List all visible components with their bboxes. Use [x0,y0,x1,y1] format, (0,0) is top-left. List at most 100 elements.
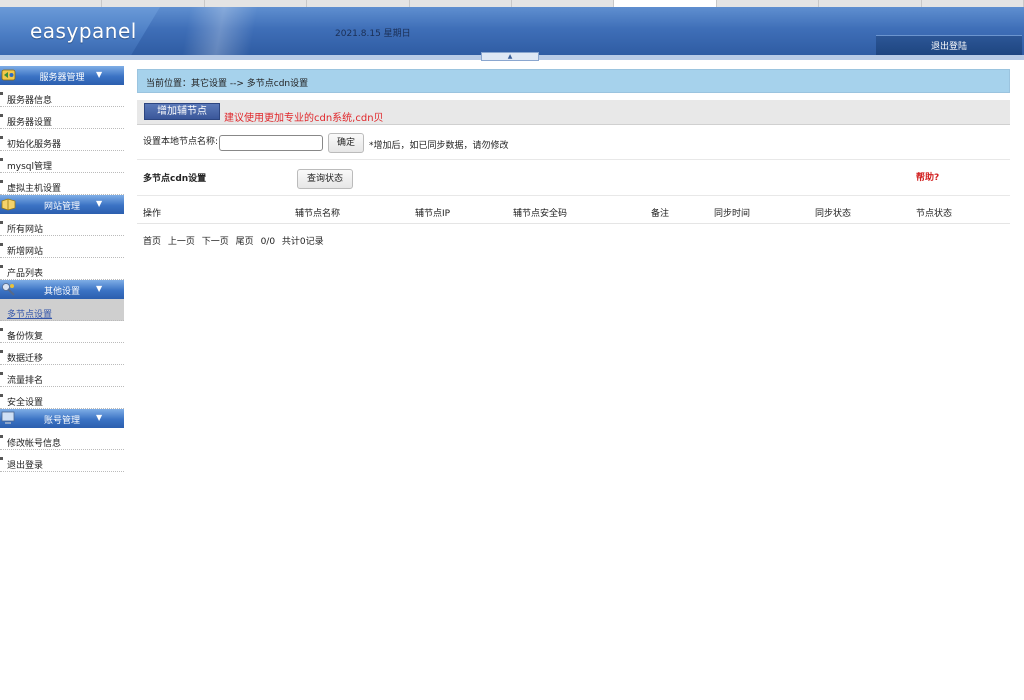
first-page-link[interactable]: 首页 [143,237,161,247]
tab[interactable] [102,0,205,7]
column-header-node-status: 节点状态 [916,209,953,219]
sync-note: *增加后，如已同步数据，请勿修改 [369,141,509,151]
sidebar-item-all-sites[interactable]: 所有网站 [0,214,124,236]
column-header-sync-time: 同步时间 [714,209,751,219]
logo: easypanel [30,19,137,43]
sidebar-item-init-server[interactable]: 初始化服务器 [0,129,124,151]
sidebar-item-server-settings[interactable]: 服务器设置 [0,107,124,129]
logout-link[interactable]: 退出登陆 [876,39,1022,52]
sidebar-section-website[interactable]: 网站管理 ▼ [0,195,124,214]
tab[interactable] [716,0,820,7]
sidebar-section-title: 网站管理 [43,202,80,212]
sidebar-section-title: 账号管理 [43,416,80,426]
tab-strip [0,0,1024,7]
sidebar-item-new-site[interactable]: 新增网站 [0,236,124,258]
bullet [0,243,3,246]
sidebar-item-server-info[interactable]: 服务器信息 [0,85,124,107]
breadcrumb-bar: 当前位置：其它设置 --> 多节点cdn设置 [137,69,1010,93]
sidebar-item-migrate[interactable]: 数据迁移 [0,343,124,365]
node-name-label: 设置本地节点名称: [143,137,219,147]
bullet [0,265,3,268]
prev-page-link[interactable]: 上一页 [168,237,195,247]
bullet [0,457,3,460]
chevron-down-icon: ▼ [96,284,103,293]
query-status-button[interactable]: 查询状态 [297,169,353,189]
sidebar-item-backup[interactable]: 备份恢复 [0,321,124,343]
last-page-link[interactable]: 尾页 [236,237,254,247]
column-header-node-name: 辅节点名称 [295,209,341,219]
bullet [0,328,3,331]
chevron-down-icon: ▼ [96,70,103,79]
chevron-up-icon: ▲ [507,53,513,60]
sidebar-item-label: 服务器信息 [7,96,53,106]
sidebar-item-edit-account[interactable]: 修改帐号信息 [0,428,124,450]
pagination: 首页 上一页 下一页 尾页 0/0 共计0记录 [143,234,328,247]
set-node-name-row: 设置本地节点名称: 确定 *增加后，如已同步数据，请勿修改 [137,130,1010,160]
tab[interactable] [819,0,922,7]
sidebar-item-label: 服务器设置 [7,118,53,128]
sidebar-item-label: 初始化服务器 [7,140,62,150]
sidebar-section-account[interactable]: 账号管理 ▼ [0,409,124,428]
column-header-node-ip: 辅节点IP [415,209,451,219]
confirm-button[interactable]: 确定 [328,133,364,153]
sidebar-item-traffic-rank[interactable]: 流量排名 [0,365,124,387]
multi-node-row: 多节点cdn设置 查询状态 帮助? [137,161,1010,196]
tab[interactable] [307,0,410,7]
column-header-sync-status: 同步状态 [815,209,852,219]
bullet [0,136,3,139]
bullet [0,372,3,375]
sidebar-item-label: 安全设置 [7,398,44,408]
bullet [0,221,3,224]
sidebar-item-security[interactable]: 安全设置 [0,387,124,409]
sidebar-item-label: 新增网站 [7,247,44,257]
sidebar-item-label: 退出登录 [7,461,44,471]
cdn-tip-link[interactable]: 建议使用更加专业的cdn系统,cdn贝 [224,109,384,124]
add-node-button[interactable]: 增加辅节点 [144,103,220,120]
collapse-header-button[interactable]: ▲ [481,52,539,61]
sidebar-item-label: 修改帐号信息 [7,439,62,449]
sidebar-item-label: 多节点设置 [7,310,53,320]
sidebar-item-vhost-settings[interactable]: 虚拟主机设置 [0,173,124,195]
bullet [0,92,3,95]
sidebar-item-label: 数据迁移 [7,354,44,364]
breadcrumb: 当前位置：其它设置 --> 多节点cdn设置 [146,79,309,89]
sidebar-item-label: 备份恢复 [7,332,44,342]
sidebar-section-server[interactable]: 服务器管理 ▼ [0,66,124,85]
sidebar-section-other[interactable]: 其他设置 ▼ [0,280,124,299]
tab[interactable] [512,0,615,7]
column-header-remark: 备注 [651,209,670,219]
bullet [0,180,3,183]
chevron-down-icon: ▼ [96,199,103,208]
help-link[interactable]: 帮助? [916,170,939,183]
sidebar-item-product-list[interactable]: 产品列表 [0,258,124,280]
bullet [0,435,3,438]
record-count: 共计0记录 [281,237,324,247]
header: easypanel 2021.8.15 星期日 退出登陆 [0,7,1024,55]
page-indicator: 0/0 [260,237,276,247]
tab[interactable] [0,0,103,7]
logout-bar: 退出登陆 [876,35,1022,55]
sidebar-section-title: 服务器管理 [39,73,85,83]
sidebar-item-label: 流量排名 [7,376,44,386]
bullet [0,394,3,397]
tab[interactable] [204,0,308,7]
tab[interactable] [409,0,513,7]
sidebar-item-multi-node[interactable]: 多节点设置 [0,299,124,321]
node-name-input[interactable] [219,135,323,151]
header-date: 2021.8.15 星期日 [335,29,411,39]
sidebar-item-mysql[interactable]: mysql管理 [0,151,124,173]
column-header-security-code: 辅节点安全码 [513,209,568,219]
sidebar-item-label: mysql管理 [7,162,52,172]
bullet [0,158,3,161]
sidebar-section-title: 其他设置 [43,287,80,297]
bullet [0,350,3,353]
toolbar: 增加辅节点 建议使用更加专业的cdn系统,cdn贝 [137,100,1010,125]
table-header: 操作 辅节点名称 辅节点IP 辅节点安全码 备注 同步时间 同步状态 节点状态 [137,197,1010,224]
next-page-link[interactable]: 下一页 [202,237,229,247]
multi-node-title: 多节点cdn设置 [143,174,207,184]
column-header-action: 操作 [143,209,162,219]
tab-active[interactable] [614,0,717,7]
tab[interactable] [921,0,1024,7]
sidebar: 服务器管理 ▼ 服务器信息 服务器设置 初始化服务器 mysql管理 虚拟主机设… [0,66,124,472]
sidebar-item-logout[interactable]: 退出登录 [0,450,124,472]
